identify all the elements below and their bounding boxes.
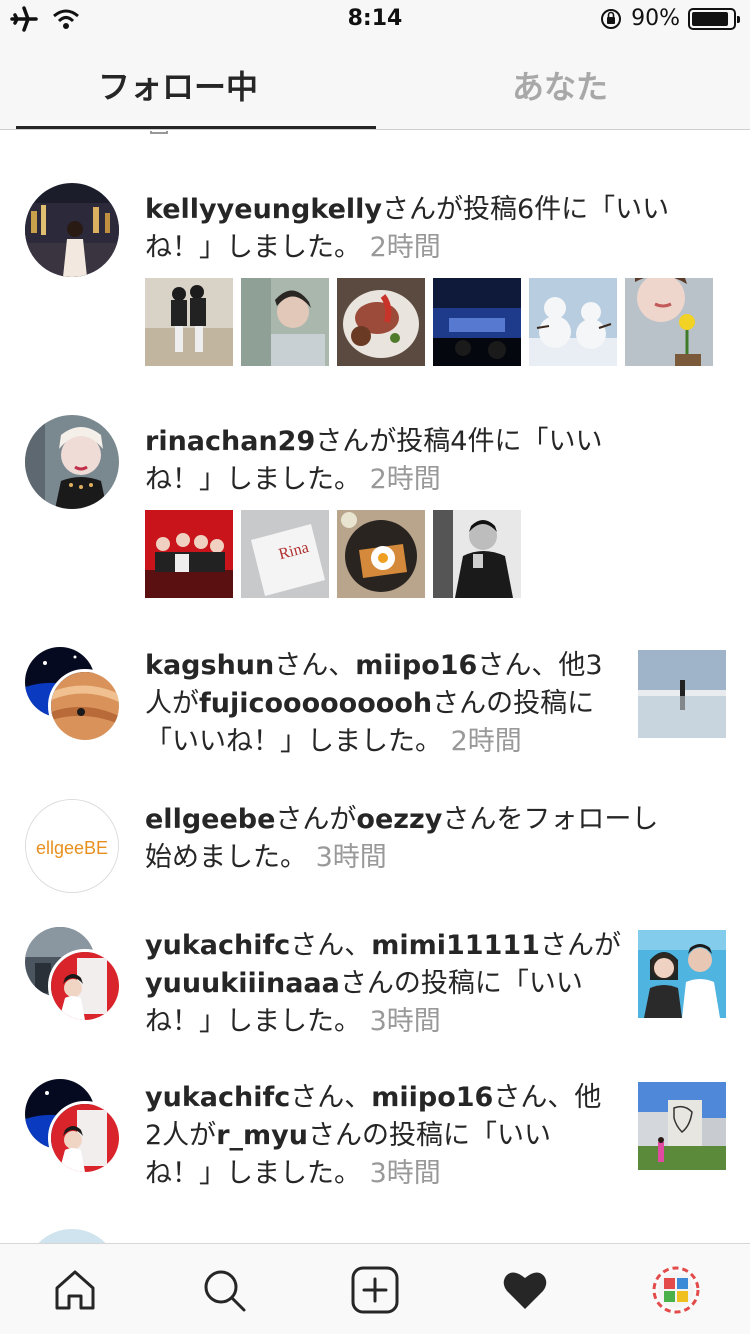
post-thumbnail[interactable] <box>625 278 713 366</box>
username-link[interactable]: miipo16 <box>355 650 477 681</box>
post-thumbnail[interactable] <box>241 278 329 366</box>
battery-fill <box>692 11 728 26</box>
username-link[interactable]: fujicooooooooh <box>199 688 432 719</box>
avatar[interactable] <box>25 183 119 277</box>
partial-text-fragment <box>150 131 168 134</box>
profile-avatar[interactable] <box>652 1266 700 1314</box>
list-item[interactable]: kellyyeungkellyさんが投稿6件に「いい ね！」しました。 2時間 <box>0 181 750 401</box>
post-thumbnail[interactable] <box>433 510 521 598</box>
username-link[interactable]: kagshun <box>145 650 274 681</box>
username-link[interactable]: yukachifc <box>145 1082 290 1113</box>
username-link[interactable]: r_myu <box>216 1120 308 1151</box>
home-icon[interactable] <box>51 1266 99 1314</box>
timestamp: 3時間 <box>369 1158 441 1189</box>
username-link[interactable]: ellgeebe <box>145 804 275 835</box>
post-thumbnail[interactable] <box>638 650 726 738</box>
timestamp: 3時間 <box>369 1006 441 1037</box>
activity-text: yukachifcさん、miipo16さん、他 2人がr_myuさんの投稿に「い… <box>145 1082 602 1189</box>
avatar[interactable] <box>48 669 122 743</box>
timestamp: 2時間 <box>450 726 522 757</box>
post-thumbnail[interactable] <box>337 510 425 598</box>
avatar[interactable]: ellgeeBE <box>25 799 119 893</box>
orientation-lock-icon <box>601 8 622 29</box>
timestamp: 2時間 <box>369 232 441 263</box>
avatar[interactable] <box>48 949 122 1023</box>
active-tab-indicator <box>16 126 376 129</box>
post-thumbnail[interactable] <box>433 278 521 366</box>
tab-you[interactable]: あなた <box>512 62 608 108</box>
username-link[interactable]: kellyyeungkelly <box>145 194 382 225</box>
activity-text: kagshunさん、miipo16さん、他3 人がfujicoooooooohさ… <box>145 650 603 757</box>
search-icon[interactable] <box>200 1266 248 1314</box>
post-thumbnail[interactable] <box>145 510 233 598</box>
activity-tabs: フォロー中 あなた <box>0 40 750 130</box>
ellgee-logo-text: ellgeeBE <box>36 838 108 858</box>
activity-text: yukachifcさん、mimi11111さんが yuuukiiinaaaさんの… <box>145 930 621 1037</box>
activity-text: rinachan29さんが投稿4件に「いい ね！」しました。 2時間 <box>145 426 603 495</box>
activity-feed: kellyyeungkellyさんが投稿6件に「いい ね！」しました。 2時間 <box>0 131 750 1243</box>
username-link[interactable]: yuuukiiinaaa <box>145 968 340 999</box>
avatar <box>25 1229 119 1243</box>
activity-text: ellgeebeさんがoezzyさんをフォローし 始めました。 3時間 <box>145 804 659 873</box>
battery-icon <box>688 7 740 30</box>
post-thumbnails <box>145 278 713 366</box>
add-post-icon[interactable] <box>351 1266 399 1314</box>
activity-text: kellyyeungkellyさんが投稿6件に「いい ね！」しました。 2時間 <box>145 194 670 263</box>
timestamp: 2時間 <box>369 464 441 495</box>
username-link[interactable]: rinachan29 <box>145 426 315 457</box>
post-thumbnail[interactable] <box>638 1082 726 1170</box>
list-item[interactable]: kagshunさん、miipo16さん、他3 人がfujicoooooooohさ… <box>0 645 750 775</box>
username-link[interactable]: miipo16 <box>371 1082 493 1113</box>
avatar[interactable] <box>48 1101 122 1175</box>
post-thumbnails: Rina <box>145 510 521 598</box>
username-link[interactable]: mimi11111 <box>371 930 540 961</box>
username-link[interactable]: yukachifc <box>145 930 290 961</box>
tab-following[interactable]: フォロー中 <box>98 62 258 108</box>
list-item[interactable]: ellgeeBE ellgeebeさんがoezzyさんをフォローし 始めました。… <box>0 799 750 909</box>
username-link[interactable]: oezzy <box>356 804 442 835</box>
list-item[interactable]: yukachifcさん、miipo16さん、他 2人がr_myuさんの投稿に「い… <box>0 1077 750 1217</box>
list-item <box>0 1229 750 1243</box>
list-item[interactable]: yukachifcさん、mimi11111さんが yuuukiiinaaaさんの… <box>0 925 750 1065</box>
timestamp: 3時間 <box>315 842 387 873</box>
post-thumbnail[interactable] <box>145 278 233 366</box>
post-thumbnail[interactable] <box>529 278 617 366</box>
post-thumbnail[interactable] <box>638 930 726 1018</box>
bottom-tab-bar <box>0 1243 750 1334</box>
heart-icon[interactable] <box>501 1266 549 1314</box>
battery-percent: 90% <box>631 6 680 31</box>
avatar[interactable] <box>25 415 119 509</box>
post-thumbnail[interactable]: Rina <box>241 510 329 598</box>
status-bar: 8:14 90% <box>0 0 750 40</box>
post-thumbnail[interactable] <box>337 278 425 366</box>
list-item[interactable]: rinachan29さんが投稿4件に「いい ね！」しました。 2時間 Rina <box>0 413 750 633</box>
